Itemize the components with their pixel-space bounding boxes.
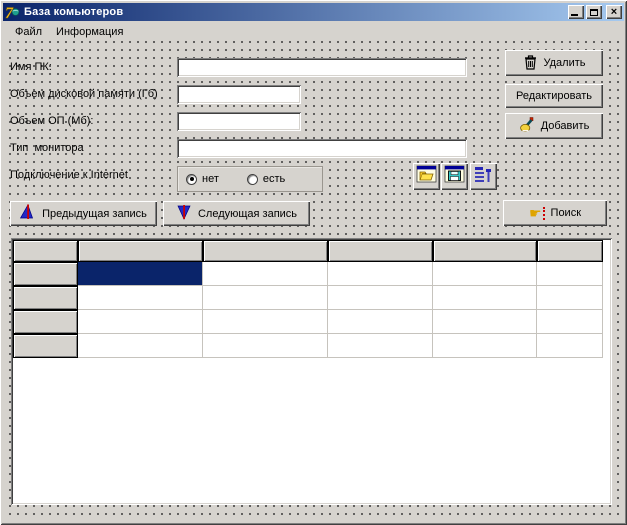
radio-circle-icon xyxy=(246,173,258,185)
search-button-label: Поиск xyxy=(550,207,582,219)
next-record-label: Следующая запись xyxy=(197,207,298,220)
arrow-up-icon xyxy=(20,204,36,223)
title-bar[interactable]: 7 База комьютеров × xyxy=(3,3,624,22)
delete-button[interactable]: Удалить xyxy=(505,50,603,76)
open-form-icon xyxy=(416,165,437,189)
internet-radio-panel: нет есть xyxy=(177,166,323,192)
grid-cell[interactable] xyxy=(203,262,328,286)
grid-header-cell[interactable] xyxy=(203,240,328,262)
app-window: 7 База комьютеров × Файл Информация Имя … xyxy=(0,0,627,525)
previous-record-label: Предыдущая запись xyxy=(42,207,147,220)
label-ram-size: Объем ОП (Мб): xyxy=(10,115,94,127)
menu-information[interactable]: Информация xyxy=(49,24,130,40)
save-button[interactable] xyxy=(441,163,468,190)
radio-circle-icon xyxy=(186,173,197,185)
previous-record-button[interactable]: Предыдущая запись xyxy=(10,201,157,226)
grid-cell[interactable] xyxy=(433,334,537,358)
structure-list-icon xyxy=(473,165,494,189)
grid-cell[interactable] xyxy=(328,286,433,310)
grid-cell[interactable] xyxy=(433,310,537,334)
grid-cell[interactable] xyxy=(537,262,603,286)
grid-indicator-cell[interactable] xyxy=(13,262,78,286)
grid-cell[interactable] xyxy=(328,262,433,286)
grid-header-cell[interactable] xyxy=(78,240,203,262)
grid-cell[interactable] xyxy=(537,310,603,334)
pc-name-input[interactable] xyxy=(177,58,467,77)
label-monitor-type: Тип монитора xyxy=(10,142,84,154)
delete-button-label: Удалить xyxy=(543,57,586,69)
grid-cell[interactable] xyxy=(78,286,203,310)
maximize-button[interactable] xyxy=(586,5,602,19)
menu-file[interactable]: Файл xyxy=(8,24,49,40)
save-icon xyxy=(444,165,465,189)
edit-button-label: Редактировать xyxy=(516,90,592,102)
grid-cell[interactable] xyxy=(328,334,433,358)
monitor-type-input[interactable] xyxy=(177,139,467,158)
grid-cell[interactable] xyxy=(328,310,433,334)
grid-cell[interactable] xyxy=(537,286,603,310)
radio-internet-yes[interactable]: есть xyxy=(246,173,286,185)
grid-cell[interactable] xyxy=(203,310,328,334)
radio-no-label: нет xyxy=(202,173,219,185)
grid-cell[interactable] xyxy=(433,262,537,286)
grid-header-cell[interactable] xyxy=(433,240,537,262)
add-button-label: Добавить xyxy=(540,120,590,132)
delphi-7-icon: 7 xyxy=(5,4,21,22)
grid-indicator-cell[interactable] xyxy=(13,310,78,334)
grid-cell[interactable] xyxy=(203,286,328,310)
db-grid[interactable] xyxy=(11,238,612,505)
next-record-button[interactable]: Следующая запись xyxy=(163,201,310,226)
grid-cell[interactable] xyxy=(537,334,603,358)
radio-yes-label: есть xyxy=(262,173,286,185)
disk-size-input[interactable] xyxy=(177,85,301,104)
label-disk-size: Объем дисковой памяти (Гб) xyxy=(10,88,158,100)
trash-icon xyxy=(523,54,538,73)
grid-header-cell[interactable] xyxy=(537,240,603,262)
search-button[interactable]: ☛ Поиск xyxy=(503,200,607,226)
grid-indicator-cell[interactable] xyxy=(13,334,78,358)
radio-internet-no[interactable]: нет xyxy=(186,173,219,185)
minimize-button[interactable] xyxy=(568,5,584,19)
menu-bar: Файл Информация xyxy=(4,22,623,41)
open-button[interactable] xyxy=(413,163,440,190)
ram-size-input[interactable] xyxy=(177,112,301,131)
close-icon: × xyxy=(610,6,618,18)
grid-cell[interactable] xyxy=(433,286,537,310)
grid-cell[interactable] xyxy=(78,310,203,334)
arrow-down-icon xyxy=(176,204,192,223)
add-button[interactable]: Добавить xyxy=(505,113,603,139)
pointing-hand-icon: ☛ xyxy=(529,206,545,220)
window-title: База комьютеров xyxy=(24,6,124,18)
label-pc-name: Имя ПК: xyxy=(10,61,52,73)
minimize-icon xyxy=(571,14,578,16)
label-internet: Подключение к Internet xyxy=(10,169,128,181)
grid-cell[interactable] xyxy=(203,334,328,358)
grid-cell[interactable] xyxy=(78,334,203,358)
db-grid-client xyxy=(13,240,610,503)
structure-button[interactable] xyxy=(470,163,497,190)
grid-indicator-cell[interactable] xyxy=(13,286,78,310)
grid-selected-cell[interactable] xyxy=(78,262,203,286)
grid-header-cell[interactable] xyxy=(328,240,433,262)
maximize-icon xyxy=(590,8,598,16)
edit-button[interactable]: Редактировать xyxy=(505,84,603,108)
grid-header-cell[interactable] xyxy=(13,240,78,262)
close-button[interactable]: × xyxy=(606,5,622,19)
hand-pen-icon xyxy=(519,116,535,136)
